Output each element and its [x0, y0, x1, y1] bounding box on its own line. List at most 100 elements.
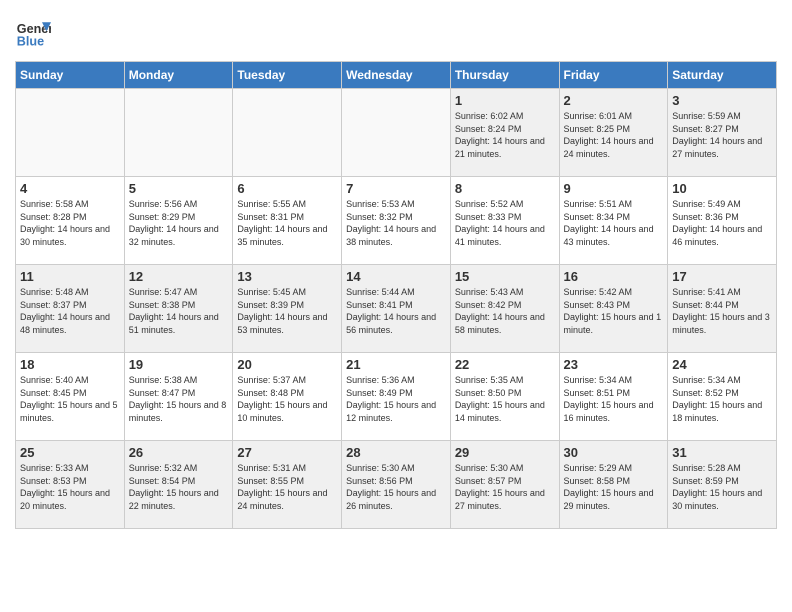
day-number: 11: [20, 269, 120, 284]
day-number: 1: [455, 93, 555, 108]
day-info: Sunrise: 5:29 AM Sunset: 8:58 PM Dayligh…: [564, 462, 664, 512]
calendar-cell: 16 Sunrise: 5:42 AM Sunset: 8:43 PM Dayli…: [559, 265, 668, 353]
day-number: 3: [672, 93, 772, 108]
day-number: 16: [564, 269, 664, 284]
day-info: Sunrise: 5:34 AM Sunset: 8:52 PM Dayligh…: [672, 374, 772, 424]
day-info: Sunrise: 5:44 AM Sunset: 8:41 PM Dayligh…: [346, 286, 446, 336]
day-info: Sunrise: 5:53 AM Sunset: 8:32 PM Dayligh…: [346, 198, 446, 248]
calendar-cell: 14 Sunrise: 5:44 AM Sunset: 8:41 PM Dayli…: [342, 265, 451, 353]
day-header-thursday: Thursday: [450, 62, 559, 89]
day-number: 14: [346, 269, 446, 284]
calendar-cell: 1 Sunrise: 6:02 AM Sunset: 8:24 PM Daylig…: [450, 89, 559, 177]
calendar-cell: 23 Sunrise: 5:34 AM Sunset: 8:51 PM Dayli…: [559, 353, 668, 441]
day-info: Sunrise: 5:28 AM Sunset: 8:59 PM Dayligh…: [672, 462, 772, 512]
day-info: Sunrise: 5:47 AM Sunset: 8:38 PM Dayligh…: [129, 286, 229, 336]
day-number: 25: [20, 445, 120, 460]
calendar-cell: 18 Sunrise: 5:40 AM Sunset: 8:45 PM Dayli…: [16, 353, 125, 441]
calendar-cell: 29 Sunrise: 5:30 AM Sunset: 8:57 PM Dayli…: [450, 441, 559, 529]
day-number: 26: [129, 445, 229, 460]
calendar-cell: 28Sunrise: 5:30 AM Sunset: 8:56 PM Dayli…: [342, 441, 451, 529]
calendar-cell: 12Sunrise: 5:47 AM Sunset: 8:38 PM Dayli…: [124, 265, 233, 353]
calendar-cell: 20Sunrise: 5:37 AM Sunset: 8:48 PM Dayli…: [233, 353, 342, 441]
week-row-3: 11 Sunrise: 5:48 AM Sunset: 8:37 PM Dayli…: [16, 265, 777, 353]
calendar-cell: 17Sunrise: 5:41 AM Sunset: 8:44 PM Dayli…: [668, 265, 777, 353]
day-info: Sunrise: 5:42 AM Sunset: 8:43 PM Dayligh…: [564, 286, 664, 336]
week-row-4: 18 Sunrise: 5:40 AM Sunset: 8:45 PM Dayli…: [16, 353, 777, 441]
day-number: 15: [455, 269, 555, 284]
week-row-5: 25 Sunrise: 5:33 AM Sunset: 8:53 PM Dayli…: [16, 441, 777, 529]
day-info: Sunrise: 5:34 AM Sunset: 8:51 PM Dayligh…: [564, 374, 664, 424]
day-number: 5: [129, 181, 229, 196]
day-number: 10: [672, 181, 772, 196]
day-number: 18: [20, 357, 120, 372]
day-info: Sunrise: 5:55 AM Sunset: 8:31 PM Dayligh…: [237, 198, 337, 248]
calendar-cell: 31 Sunrise: 5:28 AM Sunset: 8:59 PM Dayli…: [668, 441, 777, 529]
day-info: Sunrise: 5:30 AM Sunset: 8:57 PM Dayligh…: [455, 462, 555, 512]
day-info: Sunrise: 5:35 AM Sunset: 8:50 PM Dayligh…: [455, 374, 555, 424]
day-number: 30: [564, 445, 664, 460]
day-info: Sunrise: 6:01 AM Sunset: 8:25 PM Dayligh…: [564, 110, 664, 160]
day-number: 6: [237, 181, 337, 196]
day-header-saturday: Saturday: [668, 62, 777, 89]
calendar-cell: 5Sunrise: 5:56 AM Sunset: 8:29 PM Daylig…: [124, 177, 233, 265]
day-number: 4: [20, 181, 120, 196]
day-info: Sunrise: 5:58 AM Sunset: 8:28 PM Dayligh…: [20, 198, 120, 248]
calendar-cell: 26 Sunrise: 5:32 AM Sunset: 8:54 PM Dayli…: [124, 441, 233, 529]
day-number: 31: [672, 445, 772, 460]
day-info: Sunrise: 5:30 AM Sunset: 8:56 PM Dayligh…: [346, 462, 446, 512]
calendar-cell: 19 Sunrise: 5:38 AM Sunset: 8:47 PM Dayli…: [124, 353, 233, 441]
day-number: 7: [346, 181, 446, 196]
day-header-sunday: Sunday: [16, 62, 125, 89]
day-info: Sunrise: 5:33 AM Sunset: 8:53 PM Dayligh…: [20, 462, 120, 512]
calendar-body: 1 Sunrise: 6:02 AM Sunset: 8:24 PM Daylig…: [16, 89, 777, 529]
day-info: Sunrise: 5:40 AM Sunset: 8:45 PM Dayligh…: [20, 374, 120, 424]
day-number: 13: [237, 269, 337, 284]
day-info: Sunrise: 6:02 AM Sunset: 8:24 PM Dayligh…: [455, 110, 555, 160]
calendar-cell: 4 Sunrise: 5:58 AM Sunset: 8:28 PM Daylig…: [16, 177, 125, 265]
day-number: 2: [564, 93, 664, 108]
calendar-cell: 9Sunrise: 5:51 AM Sunset: 8:34 PM Daylig…: [559, 177, 668, 265]
calendar-cell: 3 Sunrise: 5:59 AM Sunset: 8:27 PM Daylig…: [668, 89, 777, 177]
day-number: 17: [672, 269, 772, 284]
calendar-cell: 10 Sunrise: 5:49 AM Sunset: 8:36 PM Dayli…: [668, 177, 777, 265]
day-header-wednesday: Wednesday: [342, 62, 451, 89]
calendar-cell: [233, 89, 342, 177]
day-info: Sunrise: 5:37 AM Sunset: 8:48 PM Dayligh…: [237, 374, 337, 424]
day-number: 23: [564, 357, 664, 372]
calendar-cell: 22 Sunrise: 5:35 AM Sunset: 8:50 PM Dayli…: [450, 353, 559, 441]
calendar-cell: 30 Sunrise: 5:29 AM Sunset: 8:58 PM Dayli…: [559, 441, 668, 529]
logo: General Blue: [15, 15, 51, 51]
day-info: Sunrise: 5:49 AM Sunset: 8:36 PM Dayligh…: [672, 198, 772, 248]
day-number: 29: [455, 445, 555, 460]
day-number: 19: [129, 357, 229, 372]
calendar-cell: 8 Sunrise: 5:52 AM Sunset: 8:33 PM Daylig…: [450, 177, 559, 265]
day-number: 8: [455, 181, 555, 196]
logo-icon: General Blue: [15, 15, 51, 51]
day-info: Sunrise: 5:59 AM Sunset: 8:27 PM Dayligh…: [672, 110, 772, 160]
day-info: Sunrise: 5:52 AM Sunset: 8:33 PM Dayligh…: [455, 198, 555, 248]
calendar-header-row: SundayMondayTuesdayWednesdayThursdayFrid…: [16, 62, 777, 89]
calendar-cell: [16, 89, 125, 177]
day-number: 24: [672, 357, 772, 372]
calendar-cell: 25 Sunrise: 5:33 AM Sunset: 8:53 PM Dayli…: [16, 441, 125, 529]
calendar-cell: 13 Sunrise: 5:45 AM Sunset: 8:39 PM Dayli…: [233, 265, 342, 353]
week-row-2: 4 Sunrise: 5:58 AM Sunset: 8:28 PM Daylig…: [16, 177, 777, 265]
calendar-cell: 24 Sunrise: 5:34 AM Sunset: 8:52 PM Dayli…: [668, 353, 777, 441]
calendar-cell: 27Sunrise: 5:31 AM Sunset: 8:55 PM Dayli…: [233, 441, 342, 529]
calendar-cell: 6 Sunrise: 5:55 AM Sunset: 8:31 PM Daylig…: [233, 177, 342, 265]
day-number: 21: [346, 357, 446, 372]
day-info: Sunrise: 5:32 AM Sunset: 8:54 PM Dayligh…: [129, 462, 229, 512]
day-number: 22: [455, 357, 555, 372]
day-info: Sunrise: 5:38 AM Sunset: 8:47 PM Dayligh…: [129, 374, 229, 424]
day-info: Sunrise: 5:36 AM Sunset: 8:49 PM Dayligh…: [346, 374, 446, 424]
day-number: 27: [237, 445, 337, 460]
day-header-friday: Friday: [559, 62, 668, 89]
day-info: Sunrise: 5:43 AM Sunset: 8:42 PM Dayligh…: [455, 286, 555, 336]
calendar-cell: [124, 89, 233, 177]
day-info: Sunrise: 5:45 AM Sunset: 8:39 PM Dayligh…: [237, 286, 337, 336]
week-row-1: 1 Sunrise: 6:02 AM Sunset: 8:24 PM Daylig…: [16, 89, 777, 177]
day-header-tuesday: Tuesday: [233, 62, 342, 89]
svg-text:Blue: Blue: [17, 35, 44, 49]
day-number: 9: [564, 181, 664, 196]
day-info: Sunrise: 5:48 AM Sunset: 8:37 PM Dayligh…: [20, 286, 120, 336]
